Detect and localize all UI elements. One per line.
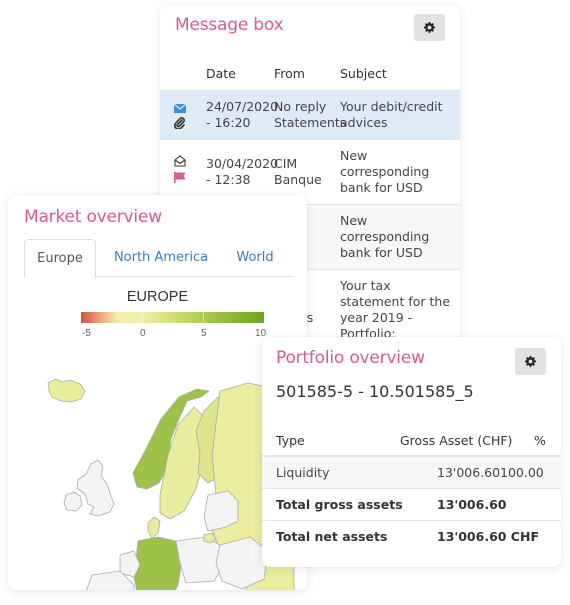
portfolio-overview-panel: Portfolio overview 501585-5 - 10.501585_… — [262, 337, 561, 567]
legend-tick: -5 — [82, 328, 91, 339]
message-date: 24/07/2020- 16:20 — [206, 99, 279, 130]
message-box-title: Message box — [175, 15, 284, 35]
message-date: 30/04/2020- 12:38 — [206, 156, 279, 187]
column-subject[interactable]: Subject — [340, 66, 387, 81]
map-title: EUROPE — [126, 289, 189, 305]
legend-tick: 10 — [255, 328, 267, 339]
gear-icon — [525, 356, 536, 367]
country-germany — [133, 536, 183, 590]
total-net-assets-row: Total net assets 13'006.60 CHF — [262, 521, 561, 552]
message-from: CIM Banque — [274, 156, 322, 187]
legend-tick: 0 — [140, 328, 146, 339]
country-denmark — [147, 516, 161, 540]
column-from[interactable]: From — [274, 66, 305, 81]
country-ireland — [63, 491, 83, 512]
account-number: 501585-5 - 10.501585_5 — [276, 382, 474, 401]
flag-icon — [174, 171, 188, 187]
region-tabs: Europe North America World — [24, 239, 294, 278]
envelope-open-icon — [174, 155, 188, 171]
paperclip-icon — [173, 117, 188, 133]
column-date[interactable]: Date — [206, 66, 272, 81]
envelope-icon — [173, 101, 188, 117]
country-iceland — [47, 378, 86, 403]
message-row[interactable]: 24/07/2020- 16:20 No reply Statements You… — [160, 91, 460, 140]
tab-world[interactable]: World — [222, 239, 288, 276]
column-gross-asset[interactable]: Gross Asset (CHF) — [400, 433, 512, 448]
tab-north-america[interactable]: North America — [102, 239, 220, 276]
message-subject[interactable]: New corresponding bank for USD — [340, 148, 450, 196]
market-overview-title: Market overview — [24, 207, 162, 227]
message-subject[interactable]: Your tax statement for the year 2019 - Port… — [340, 278, 450, 342]
legend-tick: 5 — [201, 328, 207, 339]
message-box-settings-button[interactable] — [414, 14, 445, 41]
gear-icon — [424, 22, 435, 33]
message-from: No reply Statements — [274, 99, 347, 130]
color-legend-bar — [81, 312, 264, 323]
total-gross-assets-row: Total gross assets 13'006.60 — [262, 489, 561, 521]
asset-amount: 13'006.60 — [437, 465, 501, 480]
message-subject[interactable]: Your debit/credit advices — [340, 99, 450, 131]
portfolio-table-header: Type Gross Asset (CHF) % — [262, 425, 561, 457]
column-type[interactable]: Type — [276, 433, 305, 448]
portfolio-settings-button[interactable] — [515, 348, 546, 375]
asset-percent: 100.00 — [500, 465, 544, 480]
asset-type: Liquidity — [276, 465, 330, 480]
tab-europe[interactable]: Europe — [24, 239, 96, 278]
country-uk — [76, 459, 115, 517]
total-gross-amount: 13'006.60 — [437, 497, 507, 512]
total-net-label: Total net assets — [276, 529, 388, 544]
total-net-amount: 13'006.60 CHF — [437, 529, 539, 544]
message-table-header: Date From Subject — [160, 60, 460, 92]
column-percent[interactable]: % — [534, 433, 546, 448]
portfolio-row-liquidity[interactable]: Liquidity 13'006.60 100.00 — [262, 457, 561, 489]
total-gross-label: Total gross assets — [276, 497, 403, 512]
message-subject[interactable]: New corresponding bank for USD — [340, 213, 450, 261]
portfolio-overview-title: Portfolio overview — [276, 348, 425, 368]
